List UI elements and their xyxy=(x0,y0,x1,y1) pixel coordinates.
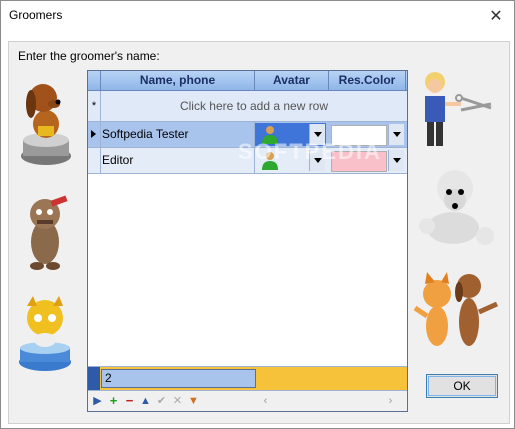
dialog-body: Enter the groomer's name: Name, phone Av… xyxy=(8,41,510,424)
groomer-scissors-picture xyxy=(425,72,492,146)
grid-footer: 2 xyxy=(88,366,407,390)
nav-add-icon[interactable]: + xyxy=(106,393,121,409)
close-button[interactable]: ✕ xyxy=(478,1,514,31)
person-green-icon xyxy=(262,152,278,170)
nav-first-icon[interactable]: ▶ xyxy=(90,393,105,409)
title-bar: Groomers ✕ xyxy=(1,1,514,31)
table-row[interactable]: Softpedia Tester xyxy=(88,122,407,148)
cell-res-color[interactable] xyxy=(329,149,405,172)
cell-res-color[interactable] xyxy=(329,123,405,146)
new-row-hint[interactable]: Click here to add a new row xyxy=(101,91,407,121)
cell-avatar[interactable] xyxy=(255,123,326,146)
prompt-label: Enter the groomer's name: xyxy=(18,49,160,63)
nav-filter-icon[interactable]: ▼ xyxy=(186,393,201,409)
chevron-down-icon xyxy=(313,158,322,163)
color-swatch xyxy=(331,125,387,146)
nav-post-icon[interactable]: ✔ xyxy=(154,393,169,409)
color-dropdown-button[interactable] xyxy=(388,124,404,145)
window-title: Groomers xyxy=(9,8,63,22)
new-row-marker: * xyxy=(88,91,101,121)
color-dropdown-button[interactable] xyxy=(388,150,404,171)
chevron-down-icon xyxy=(313,132,322,137)
person-green-icon xyxy=(262,126,278,144)
chevron-down-icon xyxy=(392,132,401,137)
color-swatch xyxy=(331,151,387,172)
avatar-dropdown-button[interactable] xyxy=(309,150,325,171)
record-count: 2 xyxy=(101,369,256,388)
cat-and-dog-picture xyxy=(413,272,499,346)
chevron-down-icon xyxy=(392,158,401,163)
new-row[interactable]: * Click here to add a new row xyxy=(88,91,407,122)
column-header-avatar[interactable]: Avatar xyxy=(255,71,329,90)
header-indicator xyxy=(88,71,101,90)
current-row-arrow-icon xyxy=(91,130,96,138)
avatar-dropdown-button[interactable] xyxy=(309,124,325,145)
row-indicator xyxy=(88,148,101,173)
poodle-picture xyxy=(419,170,494,245)
cat-comb-picture xyxy=(30,195,68,270)
groomers-grid[interactable]: Name, phone Avatar Res.Color * Click her… xyxy=(87,70,408,412)
dog-bath-picture xyxy=(19,296,71,371)
grid-navigator: ▶ + − ▲ ✔ ✕ ▼ ‹ › xyxy=(88,390,407,411)
scroll-right-icon[interactable]: › xyxy=(383,393,398,409)
cell-avatar[interactable] xyxy=(255,149,326,172)
nav-up-icon[interactable]: ▲ xyxy=(138,393,153,409)
dog-pedestal-picture xyxy=(21,84,71,165)
groomers-dialog: Groomers ✕ Enter the groomer's name: Nam… xyxy=(0,0,515,429)
nav-cancel-icon[interactable]: ✕ xyxy=(170,393,185,409)
row-indicator xyxy=(88,122,101,147)
cell-name[interactable]: Editor xyxy=(102,148,255,173)
footer-indicator xyxy=(88,367,100,390)
nav-delete-icon[interactable]: − xyxy=(122,393,137,409)
table-row[interactable]: Editor xyxy=(88,148,407,174)
cell-name[interactable]: Softpedia Tester xyxy=(102,122,255,147)
grid-header: Name, phone Avatar Res.Color xyxy=(88,71,407,91)
column-header-name[interactable]: Name, phone xyxy=(101,71,255,90)
column-header-res-color[interactable]: Res.Color xyxy=(329,71,406,90)
scroll-left-icon[interactable]: ‹ xyxy=(258,393,273,409)
ok-button[interactable]: OK xyxy=(426,374,498,398)
